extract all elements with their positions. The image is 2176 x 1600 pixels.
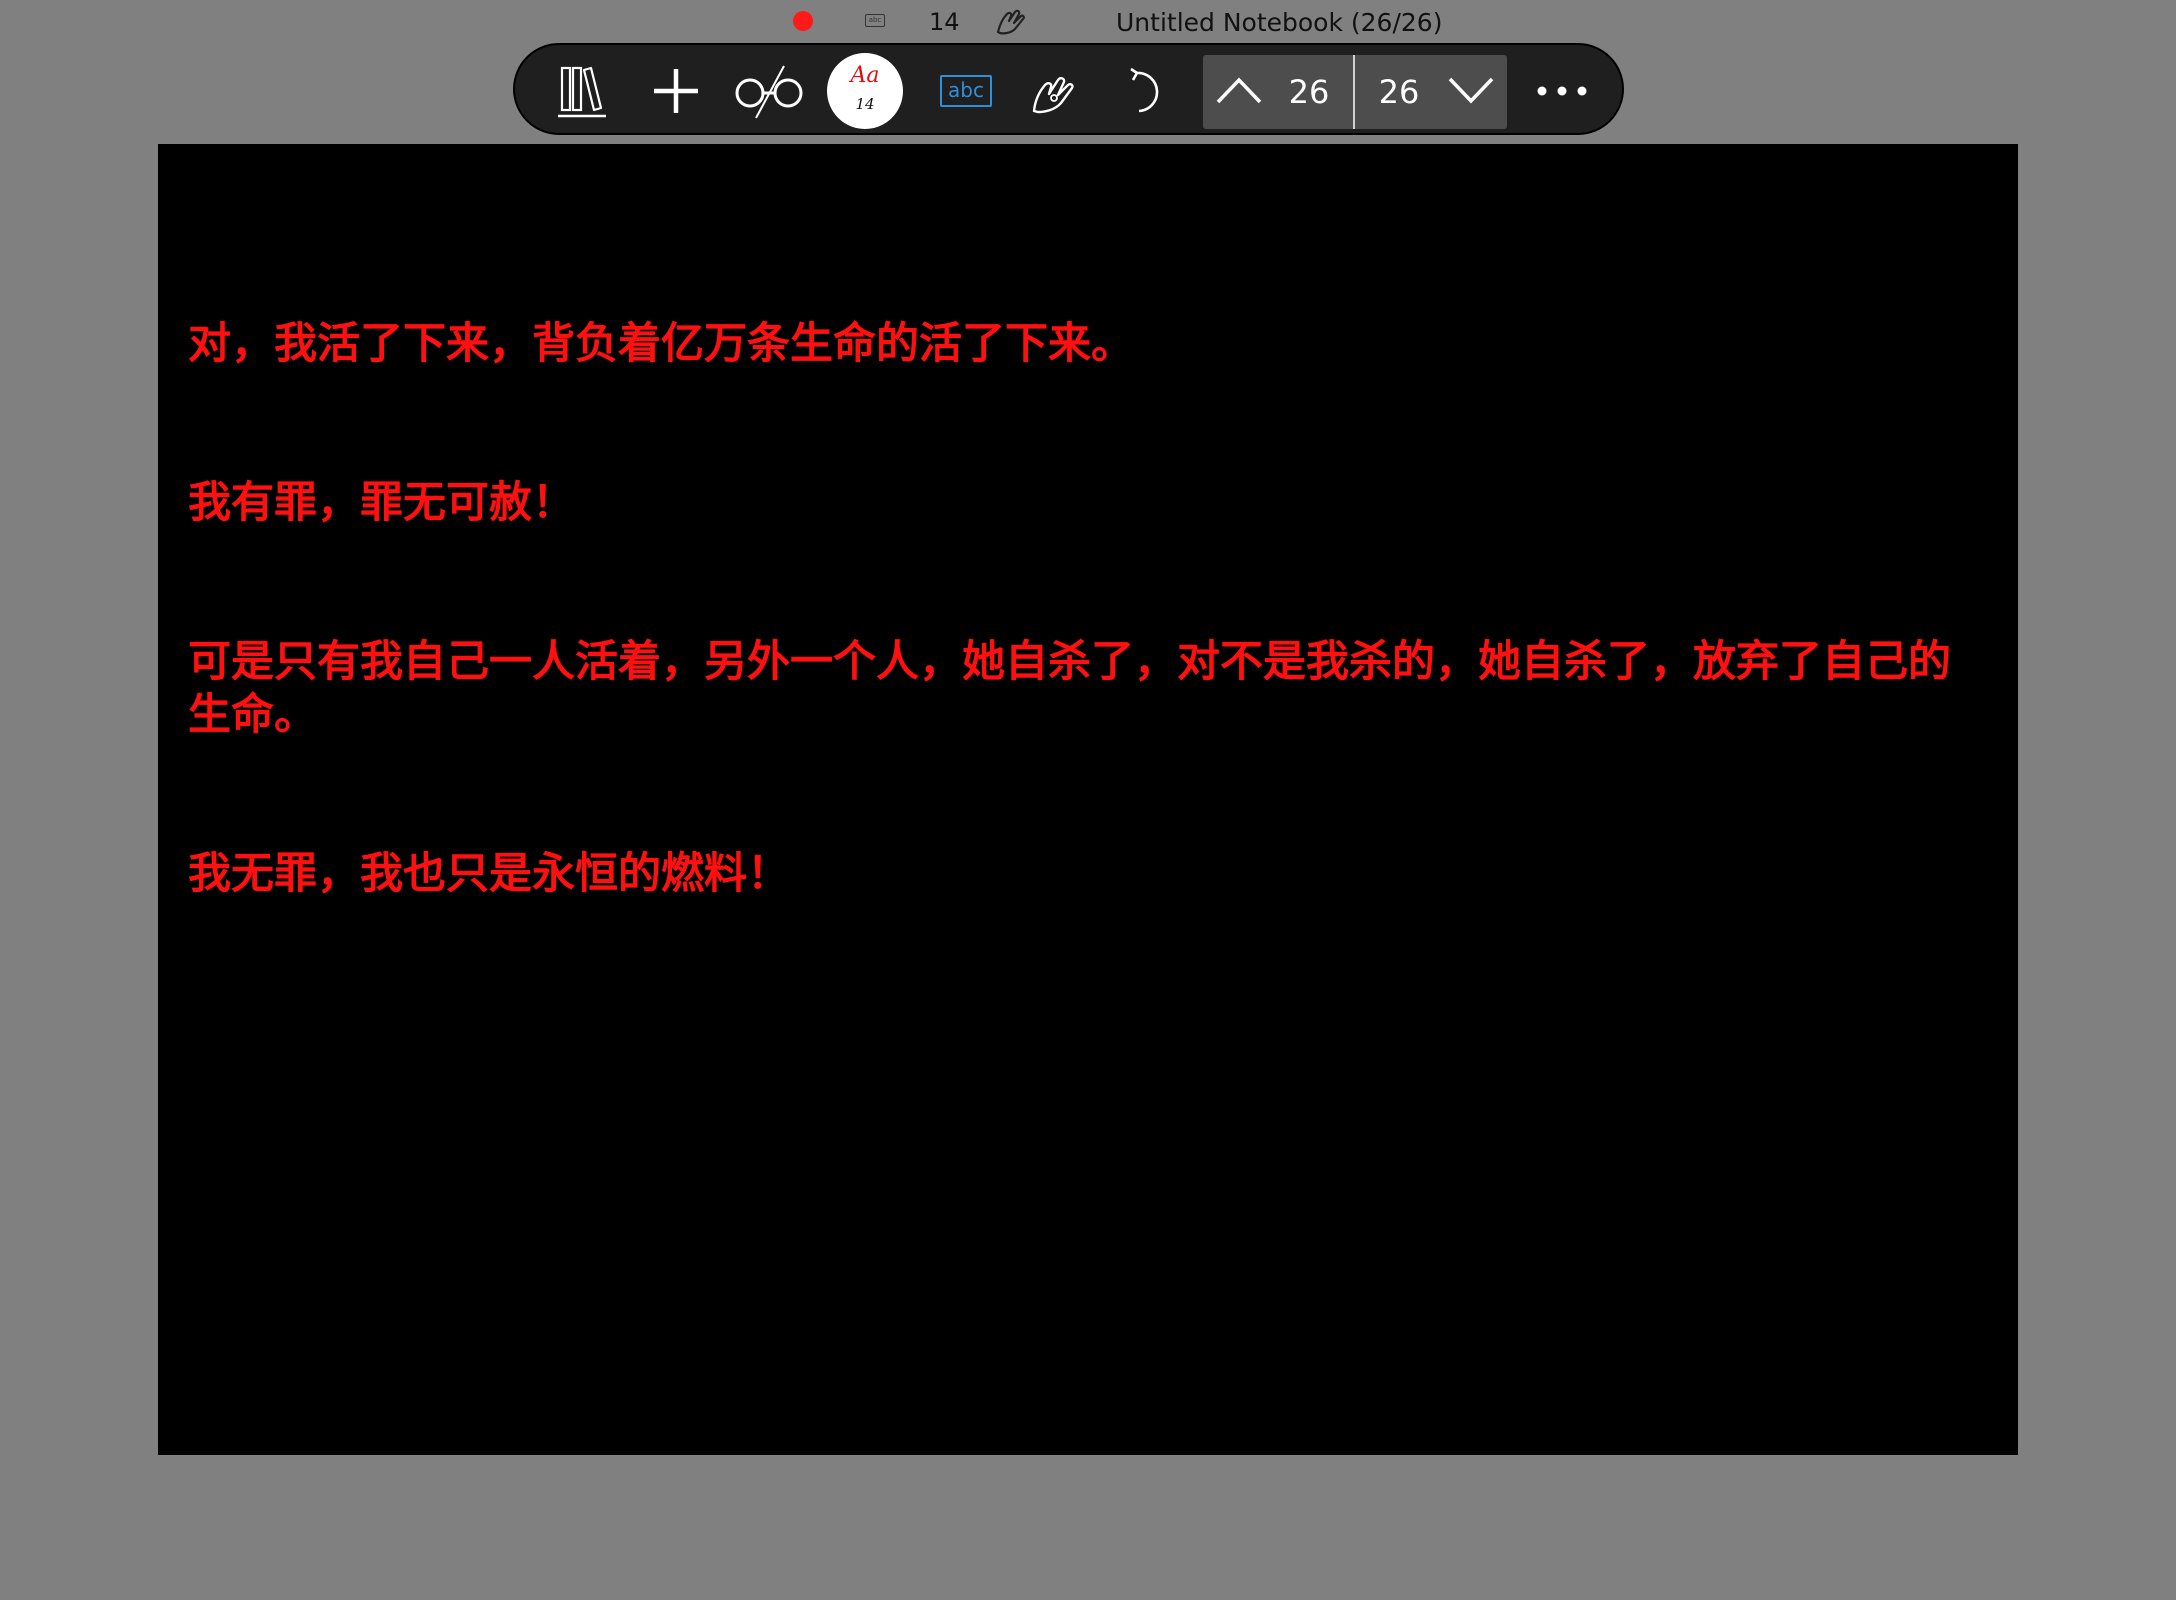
glasses-icon [732, 62, 808, 120]
recording-indicator [793, 11, 813, 31]
font-size-indicator: 14 [929, 8, 960, 36]
hand-gesture-button[interactable] [1022, 59, 1086, 123]
status-bar: abc 14 Untitled Notebook (26/26) [0, 0, 2176, 42]
font-style-icon: Aa [850, 63, 880, 88]
more-button[interactable] [1530, 59, 1594, 123]
more-icon [1535, 84, 1589, 98]
next-page-button[interactable] [1443, 65, 1499, 119]
hand-gesture-icon [1028, 65, 1080, 117]
chevron-down-icon [1447, 75, 1495, 109]
text-line: 我无罪，我也只是永恒的燃料！ [188, 849, 790, 899]
text-line: 可是只有我自己一人活着，另外一个人，她自杀了，对不是我杀的，她自杀了，放弃了自己… [188, 637, 1951, 740]
add-icon [651, 66, 701, 116]
pager-divider [1353, 55, 1355, 129]
window-title: Untitled Notebook (26/26) [1116, 8, 1443, 37]
reading-mode-button[interactable] [730, 59, 810, 123]
font-size-label: 14 [855, 95, 875, 113]
chevron-up-icon [1215, 75, 1263, 109]
toolbar: Aa 14 abc 26 26 [513, 43, 1624, 135]
textbox-icon: abc [940, 75, 992, 107]
text-line: 我有罪，罪无可赦！ [188, 478, 575, 528]
textbox-button[interactable]: abc [930, 59, 1002, 123]
current-page-number[interactable]: 26 [1279, 73, 1339, 111]
font-style-button[interactable]: Aa 14 [827, 53, 903, 129]
text-line: 对，我活了下来，背负着亿万条生命的活了下来。 [188, 319, 1134, 369]
add-button[interactable] [644, 59, 708, 123]
total-page-number: 26 [1378, 73, 1420, 111]
undo-icon [1123, 65, 1169, 117]
hand-pen-icon [994, 4, 1028, 38]
page-navigator: 26 26 [1203, 55, 1507, 129]
previous-page-button[interactable] [1211, 65, 1267, 119]
page-text[interactable]: 对，我活了下来，背负着亿万条生命的活了下来。 我有罪，罪无可赦！ 可是只有我自己… [188, 212, 1988, 1007]
library-icon [556, 62, 608, 120]
notebook-page[interactable]: 对，我活了下来，背负着亿万条生命的活了下来。 我有罪，罪无可赦！ 可是只有我自己… [158, 144, 2018, 1455]
abc-textbox-icon: abc [865, 14, 885, 27]
undo-button[interactable] [1114, 59, 1178, 123]
library-button[interactable] [550, 59, 614, 123]
